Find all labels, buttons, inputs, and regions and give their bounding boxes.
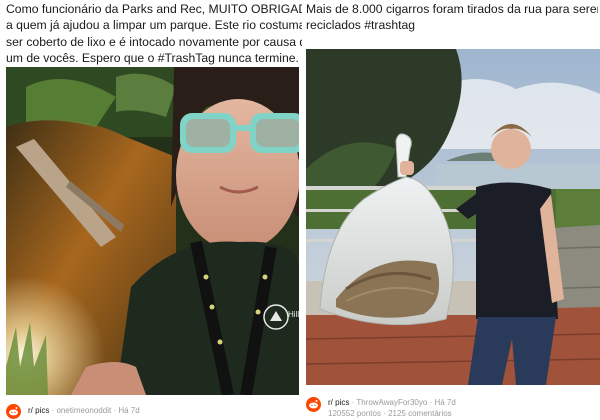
post-photo-selfie-river[interactable]: Hill Co bbox=[6, 67, 299, 395]
separator-dot: · bbox=[113, 406, 117, 415]
post-points: 120552 pontos bbox=[328, 409, 381, 418]
caption-line: um de vocês. Espero que o #TrashTag nunc… bbox=[6, 50, 299, 65]
author-link[interactable]: onetimeonoddit bbox=[56, 406, 111, 415]
post-age: Há 7d bbox=[118, 406, 140, 415]
separator-dot: · bbox=[429, 398, 433, 407]
caption-line: reciclados #trashtag bbox=[306, 18, 416, 33]
subreddit-link[interactable]: r/ pics bbox=[328, 398, 349, 407]
post-caption: Mais de 8.000 cigarros foram tirados da … bbox=[306, 1, 598, 34]
shirt-badge-text: Hill Co bbox=[288, 310, 299, 319]
subreddit-link[interactable]: r/ pics bbox=[28, 406, 49, 415]
post-caption: Como funcionário da Parks and Rec, MUITO… bbox=[6, 1, 302, 66]
post-card-right[interactable]: Mais de 8.000 cigarros foram tirados da … bbox=[304, 0, 600, 420]
separator-dot: · bbox=[383, 409, 386, 418]
post-comments-link[interactable]: 2125 comentários bbox=[388, 409, 452, 418]
caption-line: Como funcionário da Parks and Rec, MUITO… bbox=[6, 2, 302, 16]
post-age: Há 7d bbox=[434, 398, 456, 407]
caption-line: a quem já ajudou a limpar um parque. Est… bbox=[6, 18, 302, 33]
author-link[interactable]: ThrowAwayFor30yo bbox=[356, 398, 427, 407]
separator-dot: · bbox=[351, 398, 355, 407]
reddit-alien-icon[interactable] bbox=[6, 404, 21, 419]
separator-dot: · bbox=[51, 406, 55, 415]
reddit-alien-icon[interactable] bbox=[306, 397, 321, 412]
caption-line: ser coberto de lixo e é intocado novamen… bbox=[6, 34, 302, 49]
post-photo-cigarette-bag[interactable] bbox=[306, 49, 600, 385]
caption-line: Mais de 8.000 cigarros foram tirados da … bbox=[306, 2, 598, 16]
post-card-left[interactable]: Como funcionário da Parks and Rec, MUITO… bbox=[0, 0, 304, 420]
